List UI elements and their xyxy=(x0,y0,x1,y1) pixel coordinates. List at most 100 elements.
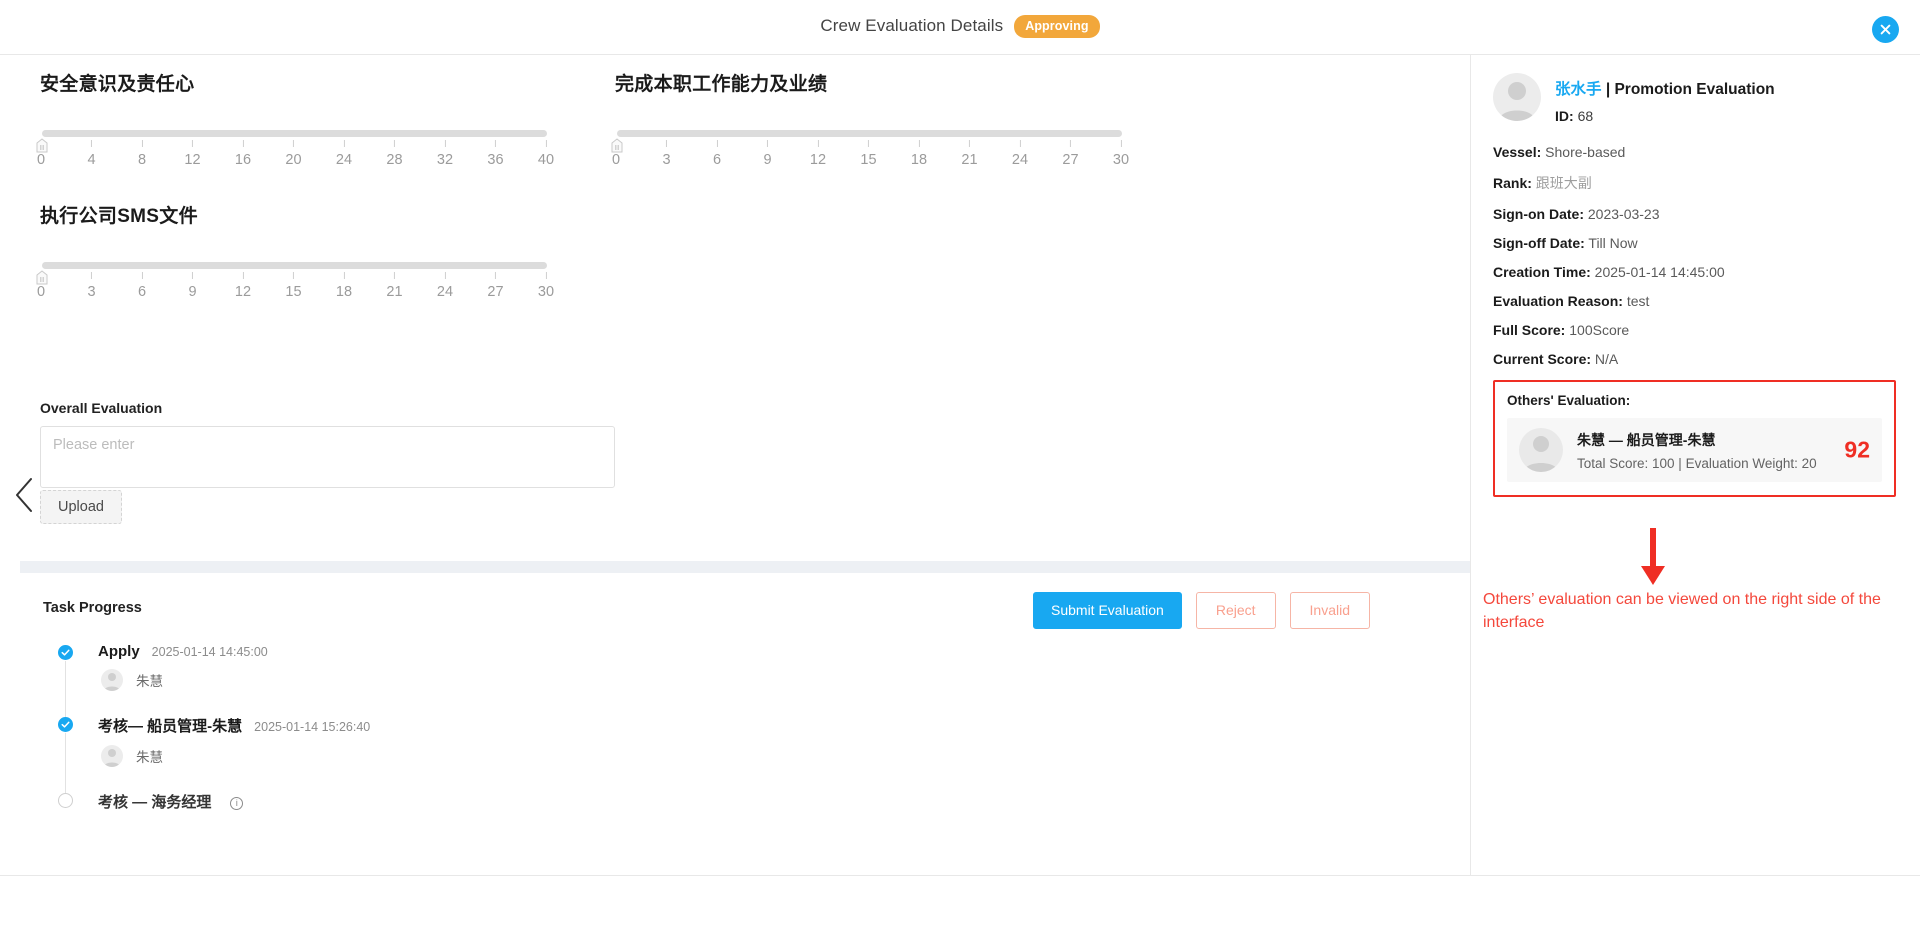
timeline-person: 朱慧 xyxy=(101,745,370,767)
tick-label: 3 xyxy=(662,152,671,168)
tick-mark xyxy=(191,272,193,279)
down-arrow-icon xyxy=(1638,528,1668,591)
tick-label: 9 xyxy=(763,152,772,168)
annotation-text: Others’ evaluation can be viewed on the … xyxy=(1483,591,1881,632)
slider-row[interactable]: 0 3 6 9 12 15 18 21 24 27 30 xyxy=(611,130,1160,172)
field-value: 2023-03-23 xyxy=(1587,206,1660,222)
tick-mark xyxy=(90,272,92,279)
tick-mark xyxy=(817,140,819,147)
tick-mark xyxy=(444,272,446,279)
upload-button[interactable]: Upload xyxy=(40,490,122,524)
reject-button[interactable]: Reject xyxy=(1195,592,1276,629)
timeline-person: 朱慧 xyxy=(101,669,370,691)
tick-label: 6 xyxy=(712,152,722,168)
tick-label: 18 xyxy=(335,284,353,300)
field-value: 2025-01-14 14:45:00 xyxy=(1594,264,1725,280)
tick-label: 20 xyxy=(285,152,302,168)
field-current-score: Current Score: N/A xyxy=(1493,351,1896,367)
slider-ticks: 0 4 8 12 16 20 24 28 32 36 40 xyxy=(37,140,585,172)
overall-evaluation-label: Overall Evaluation xyxy=(40,400,163,416)
slider-title: 执行公司SMS文件 xyxy=(40,206,198,227)
tick-label: 24 xyxy=(1011,152,1029,168)
slider-row[interactable]: 0 3 6 9 12 15 18 21 24 27 30 xyxy=(36,262,585,304)
field-label: Full Score: xyxy=(1493,322,1566,338)
crew-id: ID: 68 xyxy=(1555,108,1775,124)
field-sign-off-date: Sign-off Date: Till Now xyxy=(1493,235,1896,251)
tick-mark xyxy=(1019,140,1021,147)
others-evaluation-label: Others' Evaluation: xyxy=(1507,393,1631,408)
submit-evaluation-button[interactable]: Submit Evaluation xyxy=(1033,592,1182,629)
field-label: Sign-on Date: xyxy=(1493,206,1584,222)
task-progress-title: Task Progress xyxy=(43,600,142,616)
avatar xyxy=(1519,428,1563,472)
crew-name-line: 张水手 | Promotion Evaluation xyxy=(1555,77,1775,99)
tick-mark xyxy=(343,140,345,147)
slider-ticks: 0 3 6 9 12 15 18 21 24 27 30 xyxy=(37,272,585,304)
tick-mark xyxy=(766,140,768,147)
tick-label: 36 xyxy=(487,152,504,168)
avatar xyxy=(101,669,123,691)
timeline-item: 考核 — 海务经理 i xyxy=(58,791,370,812)
section-divider xyxy=(20,561,1470,573)
timeline-step-name: Apply xyxy=(98,643,140,660)
field-rank: Rank: 跟班大副 xyxy=(1493,173,1896,193)
slider-row[interactable]: 0 4 8 12 16 20 24 28 32 36 40 xyxy=(36,130,585,172)
field-label: Rank: xyxy=(1493,175,1532,191)
task-timeline: Apply 2025-01-14 14:45:00 朱慧 考核— 船员管理-朱慧… xyxy=(58,643,370,812)
slider-rail[interactable] xyxy=(36,262,547,285)
tick-label: 18 xyxy=(910,152,928,168)
field-label: Current Score: xyxy=(1493,351,1592,367)
field-sign-on-date: Sign-on Date: 2023-03-23 xyxy=(1493,206,1896,222)
tick-label: 15 xyxy=(285,284,302,300)
tick-label: 40 xyxy=(537,152,555,168)
page-title: Crew Evaluation Details Approving xyxy=(820,14,1100,39)
timeline-person-name: 朱慧 xyxy=(136,674,163,689)
tick-mark xyxy=(141,140,143,147)
page-title-text: Crew Evaluation Details xyxy=(820,15,1004,35)
tick-mark xyxy=(343,272,345,279)
timeline-item: Apply 2025-01-14 14:45:00 朱慧 xyxy=(58,643,370,727)
tick-mark xyxy=(292,140,294,147)
timeline-status-done-icon xyxy=(58,717,73,732)
evaluator-score: 92 xyxy=(1844,436,1870,463)
tick-mark xyxy=(918,140,920,147)
invalid-button[interactable]: Invalid xyxy=(1289,592,1370,629)
tick-label: 32 xyxy=(436,152,454,168)
slider-rail[interactable] xyxy=(611,130,1122,153)
tick-label: 12 xyxy=(184,152,201,168)
info-circle-icon[interactable]: i xyxy=(230,797,244,810)
field-full-score: Full Score: 100Score xyxy=(1493,322,1896,338)
tick-mark xyxy=(1069,140,1071,147)
overall-evaluation-input[interactable]: Please enter xyxy=(40,426,615,488)
field-vessel: Vessel: Shore-based xyxy=(1493,144,1896,160)
tick-label: 12 xyxy=(234,284,252,300)
timeline-step-name: 考核 — 海务经理 xyxy=(98,794,212,811)
field-evaluation-reason: Evaluation Reason: test xyxy=(1493,293,1896,309)
crew-id-value: 68 xyxy=(1577,108,1594,124)
tick-mark xyxy=(665,140,667,147)
field-value: 100Score xyxy=(1569,322,1630,338)
slider-title: 完成本职工作能力及业绩 xyxy=(615,74,828,95)
slider-rail[interactable] xyxy=(36,130,547,153)
tick-mark xyxy=(867,140,869,147)
tick-mark xyxy=(393,140,395,147)
tick-label: 4 xyxy=(87,152,96,168)
others-evaluation-entry[interactable]: 朱慧 — 船员管理-朱慧 Total Score: 100 | Evaluati… xyxy=(1507,418,1882,482)
tick-label: 28 xyxy=(386,152,403,168)
tick-mark xyxy=(494,140,496,147)
field-value: N/A xyxy=(1594,351,1619,367)
crew-fields-list: Vessel: Shore-based Rank: 跟班大副 Sign-on D… xyxy=(1493,144,1896,367)
timeline-step-time: 2025-01-14 14:45:00 xyxy=(151,645,268,659)
close-button[interactable] xyxy=(1872,16,1899,43)
tick-label: 24 xyxy=(335,152,353,168)
tick-mark xyxy=(444,140,446,147)
avatar xyxy=(1493,73,1541,121)
tick-label: 27 xyxy=(1062,152,1079,168)
field-label: Sign-off Date: xyxy=(1493,235,1585,251)
tick-label: 30 xyxy=(537,284,555,300)
carousel-prev-button[interactable] xyxy=(11,475,37,515)
crew-name-link[interactable]: 张水手 xyxy=(1555,81,1602,98)
tick-label: 0 xyxy=(611,152,621,168)
evaluation-form-pane: 安全意识及责任心 0 4 8 12 16 20 24 28 32 36 40 完… xyxy=(0,55,1470,875)
timeline-item: 考核— 船员管理-朱慧 2025-01-14 15:26:40 朱慧 xyxy=(58,715,370,799)
